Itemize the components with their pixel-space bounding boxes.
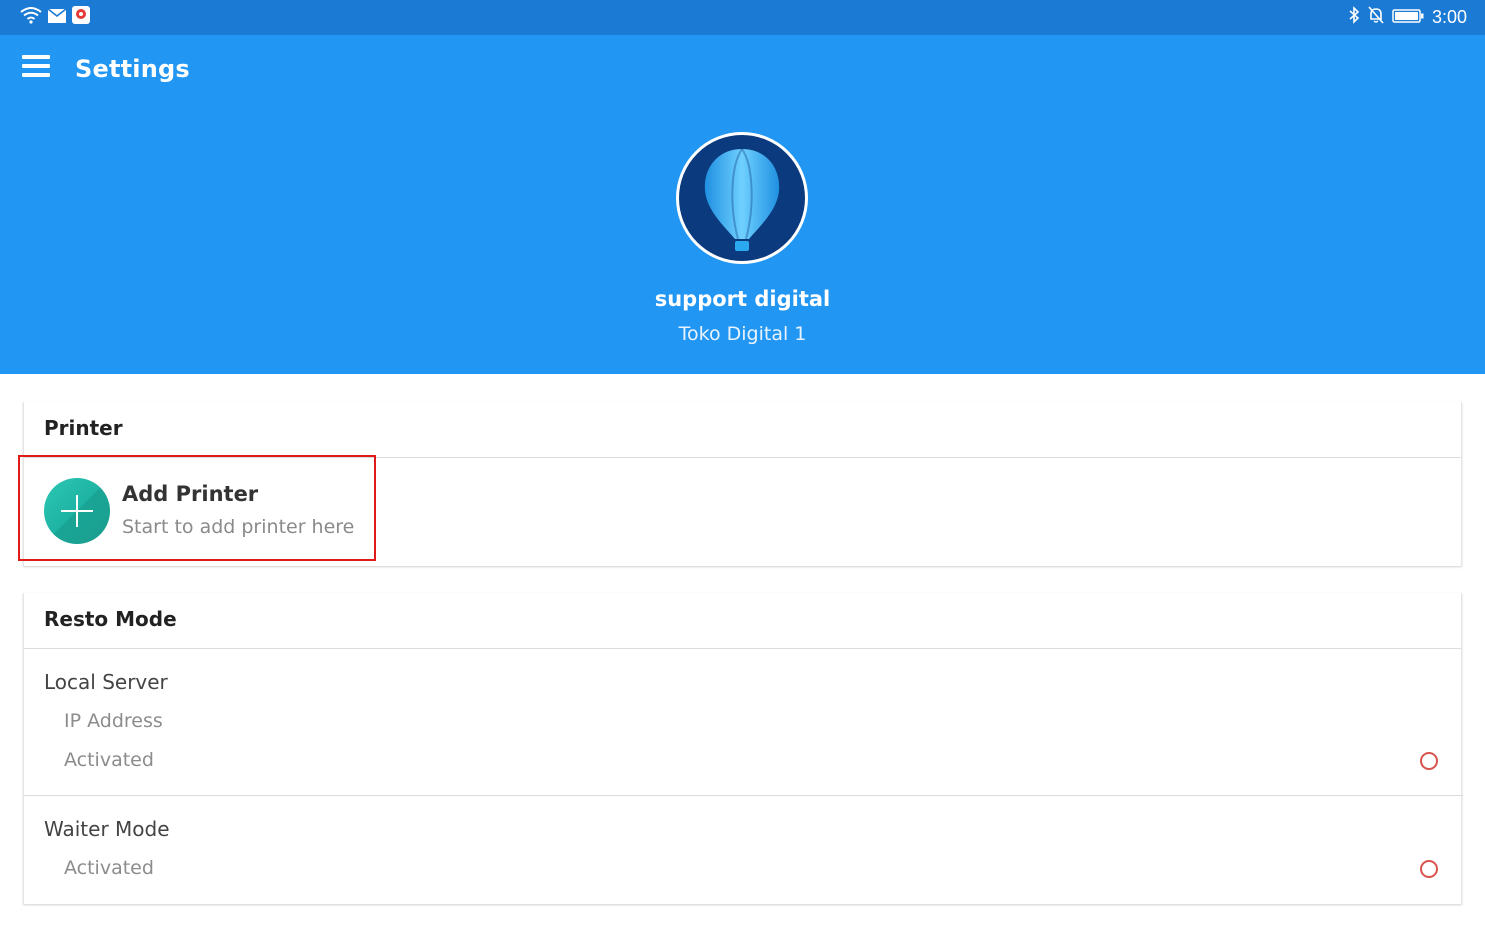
add-printer-description: Start to add printer here [122, 516, 355, 538]
local-server-activated-label: Activated [64, 749, 154, 771]
status-right-icons: 3:00 [1348, 5, 1467, 29]
waiter-mode-activated-radio[interactable] [1420, 860, 1438, 878]
battery-icon [1392, 7, 1424, 28]
status-time: 3:00 [1431, 6, 1467, 27]
avatar [676, 132, 808, 264]
add-printer-label: Add Printer [122, 482, 259, 506]
add-printer-button[interactable]: Add Printer Start to add printer here [24, 458, 1463, 565]
store-name: Toko Digital 1 [678, 323, 807, 345]
profile-name: support digital [654, 287, 831, 311]
mail-icon [47, 7, 67, 27]
bluetooth-icon [1348, 5, 1360, 29]
printer-section: Printer Add Printer Start to add printer… [23, 402, 1462, 566]
menu-icon[interactable] [22, 55, 50, 81]
resto-mode-section: Resto Mode Local Server IP Address Activ… [23, 593, 1463, 904]
balloon-icon [704, 148, 780, 251]
app-header: Settings support digital Toko Digital 1 [0, 35, 1485, 374]
waiter-mode-activated-label: Activated [64, 857, 154, 879]
waiter-mode-label: Waiter Mode [44, 817, 170, 841]
add-icon [44, 478, 110, 544]
local-server-activated-radio[interactable] [1420, 752, 1438, 770]
resto-mode-title: Resto Mode [24, 593, 1461, 649]
status-bar: 3:00 [0, 0, 1485, 35]
divider [24, 795, 1463, 796]
wifi-icon [20, 6, 42, 28]
ip-address-label: IP Address [64, 710, 163, 732]
status-left-icons [20, 6, 90, 28]
silent-icon [1368, 5, 1384, 29]
page-title: Settings [75, 55, 190, 83]
local-server-label: Local Server [44, 670, 168, 694]
printer-section-title: Printer [24, 402, 1461, 458]
app-notification-icon [72, 6, 90, 28]
